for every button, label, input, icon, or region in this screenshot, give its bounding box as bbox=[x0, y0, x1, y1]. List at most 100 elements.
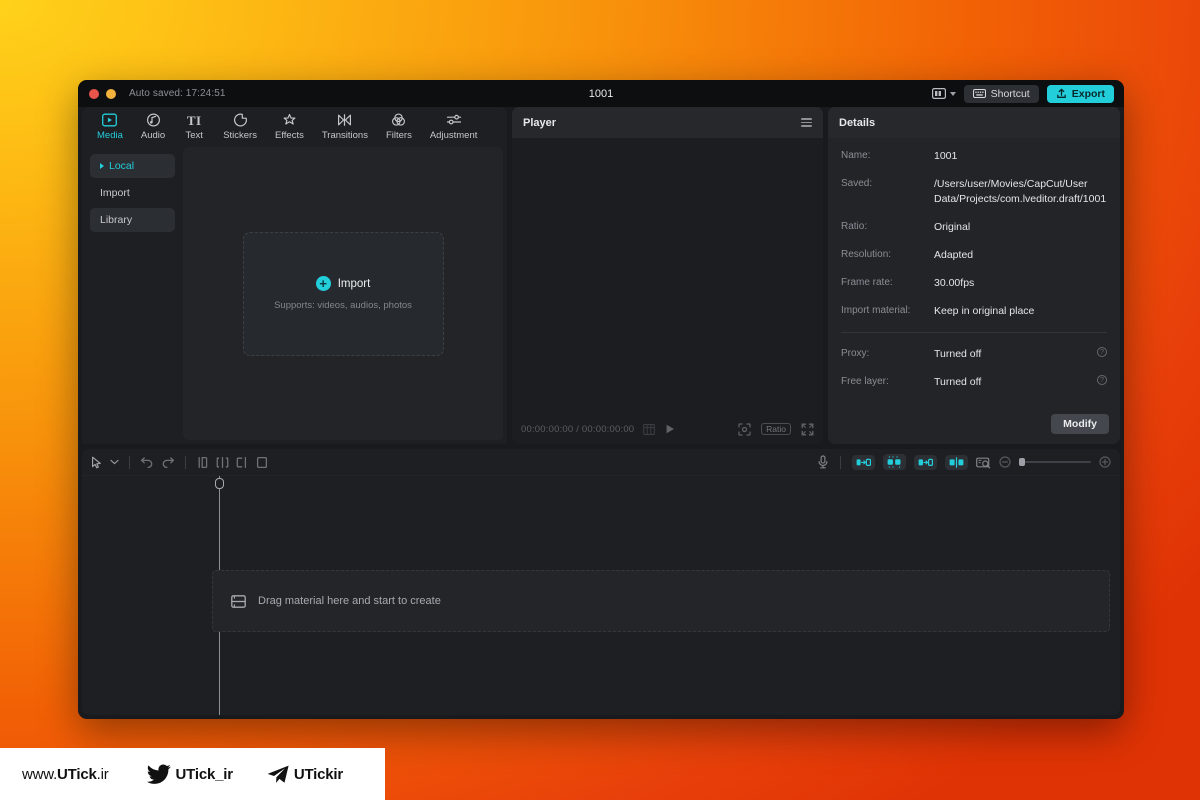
tab-stickers[interactable]: Stickers bbox=[214, 108, 266, 146]
clip-arrow-icon bbox=[856, 458, 871, 466]
redo-button[interactable] bbox=[161, 456, 175, 468]
tab-label: Filters bbox=[385, 130, 412, 141]
microphone-icon bbox=[818, 455, 828, 469]
detail-label: Free layer: bbox=[841, 376, 889, 387]
detail-label: Resolution: bbox=[841, 249, 892, 260]
player-stage[interactable] bbox=[512, 138, 823, 414]
keyframe-button[interactable] bbox=[883, 454, 906, 470]
tab-transitions[interactable]: Transitions bbox=[313, 108, 377, 146]
tab-bar: Media Audio TI Text Stickers Effects Tra… bbox=[82, 107, 507, 147]
tab-text[interactable]: TI Text bbox=[174, 108, 214, 146]
watermark-bar: www.UTick.ir UTick_ir UTickir bbox=[0, 748, 385, 800]
toolbar-separator bbox=[840, 455, 841, 469]
shortcut-button[interactable]: Shortcut bbox=[963, 84, 1039, 103]
capcut-app-window: Auto saved: 17:24:51 1001 Shortcut Expor… bbox=[78, 80, 1124, 719]
details-header: Details bbox=[828, 107, 1120, 138]
import-supports-text: Supports: videos, audios, photos bbox=[274, 300, 412, 311]
player-right-controls: Ratio bbox=[738, 422, 814, 436]
keyboard-icon bbox=[972, 89, 986, 98]
sidebar-item-label: Local bbox=[109, 160, 135, 172]
telegram-plane-icon bbox=[267, 765, 289, 783]
trim-right-button[interactable] bbox=[236, 456, 249, 469]
track-dropzone[interactable]: Drag material here and start to create bbox=[212, 570, 1110, 632]
minimize-window-button[interactable] bbox=[106, 88, 116, 99]
detail-value: Original bbox=[934, 221, 971, 233]
transition-button[interactable] bbox=[914, 454, 937, 470]
player-header: Player bbox=[512, 107, 823, 138]
player-timecode: 00:00:00:00 / 00:00:00:00 bbox=[521, 423, 635, 435]
split-button[interactable] bbox=[196, 456, 209, 469]
plus-circle-icon: + bbox=[315, 276, 331, 291]
play-icon[interactable] bbox=[664, 423, 676, 435]
zoom-slider-knob[interactable] bbox=[1019, 458, 1025, 466]
watermark-telegram: UTickir bbox=[267, 765, 343, 784]
export-label: Export bbox=[1071, 87, 1105, 100]
details-body: Name: 1001 Saved: /Users/user/Movies/Cap… bbox=[828, 138, 1120, 404]
zoom-out-icon bbox=[999, 456, 1011, 468]
sidebar-item-import[interactable]: Import bbox=[90, 181, 175, 205]
hamburger-menu-icon[interactable] bbox=[801, 118, 812, 127]
text-ti-icon: TI bbox=[186, 112, 202, 128]
playhead-handle[interactable] bbox=[215, 478, 224, 489]
watermark-site-text: www.UTick.ir bbox=[22, 765, 109, 783]
timeline-zoom-slider[interactable] bbox=[1019, 458, 1091, 466]
transition-bowtie-icon bbox=[338, 114, 352, 126]
titlebar-actions: Shortcut Export bbox=[931, 84, 1117, 103]
sidebar-item-local[interactable]: Local bbox=[90, 154, 175, 178]
layout-icon bbox=[931, 88, 946, 99]
layout-switch-button[interactable] bbox=[931, 88, 956, 99]
record-voiceover-button[interactable] bbox=[817, 455, 829, 469]
fullscreen-icon[interactable] bbox=[801, 423, 814, 436]
delete-clip-icon bbox=[256, 456, 268, 468]
detail-row-ratio: Ratio: Original bbox=[841, 220, 1107, 235]
trim-left-button[interactable] bbox=[216, 456, 229, 469]
import-label: Import bbox=[337, 277, 371, 290]
focus-frame-icon[interactable] bbox=[738, 422, 751, 436]
ratio-button[interactable]: Ratio bbox=[761, 423, 791, 435]
snapshot-button[interactable] bbox=[976, 456, 991, 469]
watermark-website: www.UTick.ir bbox=[22, 766, 109, 783]
tab-filters[interactable]: Filters bbox=[377, 108, 421, 146]
trim-right-icon bbox=[236, 456, 247, 468]
media-panel: Media Audio TI Text Stickers Effects Tra… bbox=[82, 107, 507, 444]
tab-media[interactable]: Media bbox=[88, 108, 132, 146]
zoom-in-button[interactable] bbox=[1099, 456, 1111, 468]
trim-left-icon bbox=[216, 456, 229, 468]
info-icon[interactable]: ? bbox=[1097, 347, 1107, 357]
track-film-icon bbox=[231, 594, 246, 608]
split-icon bbox=[198, 456, 208, 468]
undo-button[interactable] bbox=[140, 456, 154, 468]
tab-label: Audio bbox=[140, 130, 166, 141]
autosave-status: Auto saved: 17:24:51 bbox=[129, 88, 226, 99]
twitter-bird-icon bbox=[146, 764, 171, 784]
auto-cut-button[interactable] bbox=[852, 454, 875, 470]
detail-row-resolution: Resolution: Adapted bbox=[841, 248, 1107, 263]
library-sidebar: Local Import Library bbox=[82, 147, 183, 444]
info-icon[interactable]: ? bbox=[1097, 375, 1107, 385]
import-dropzone[interactable]: + Import Supports: videos, audios, photo… bbox=[242, 231, 444, 356]
audio-note-icon bbox=[146, 113, 160, 127]
tab-adjustment[interactable]: Adjustment bbox=[421, 108, 487, 146]
detail-value: /Users/user/Movies/CapCut/User Data/Proj… bbox=[934, 178, 1107, 205]
zoom-out-button[interactable] bbox=[999, 456, 1011, 468]
window-traffic-lights bbox=[89, 88, 116, 99]
modify-button[interactable]: Modify bbox=[1051, 414, 1109, 434]
close-window-button[interactable] bbox=[89, 88, 99, 99]
export-button[interactable]: Export bbox=[1046, 84, 1114, 103]
delete-button[interactable] bbox=[256, 456, 268, 469]
details-panel: Details Name: 1001 Saved: /Users/user/Mo… bbox=[828, 107, 1120, 444]
import-dropzone-row: + Import bbox=[315, 276, 371, 291]
grid-icon[interactable] bbox=[643, 423, 656, 435]
sidebar-item-library[interactable]: Library bbox=[90, 208, 175, 232]
timeline-body[interactable]: Drag material here and start to create bbox=[82, 476, 1120, 715]
tool-dropdown[interactable] bbox=[110, 459, 119, 465]
mirror-button[interactable] bbox=[945, 454, 968, 470]
sidebar-item-label: Library bbox=[100, 214, 133, 226]
tab-audio[interactable]: Audio bbox=[132, 108, 174, 146]
timeline-toolbar bbox=[82, 449, 1120, 476]
tab-label: Adjustment bbox=[429, 130, 478, 141]
select-cursor-tool[interactable] bbox=[91, 456, 103, 469]
detail-row-name: Name: 1001 bbox=[841, 149, 1107, 164]
tab-effects[interactable]: Effects bbox=[266, 108, 313, 146]
player-title: Player bbox=[523, 116, 557, 129]
